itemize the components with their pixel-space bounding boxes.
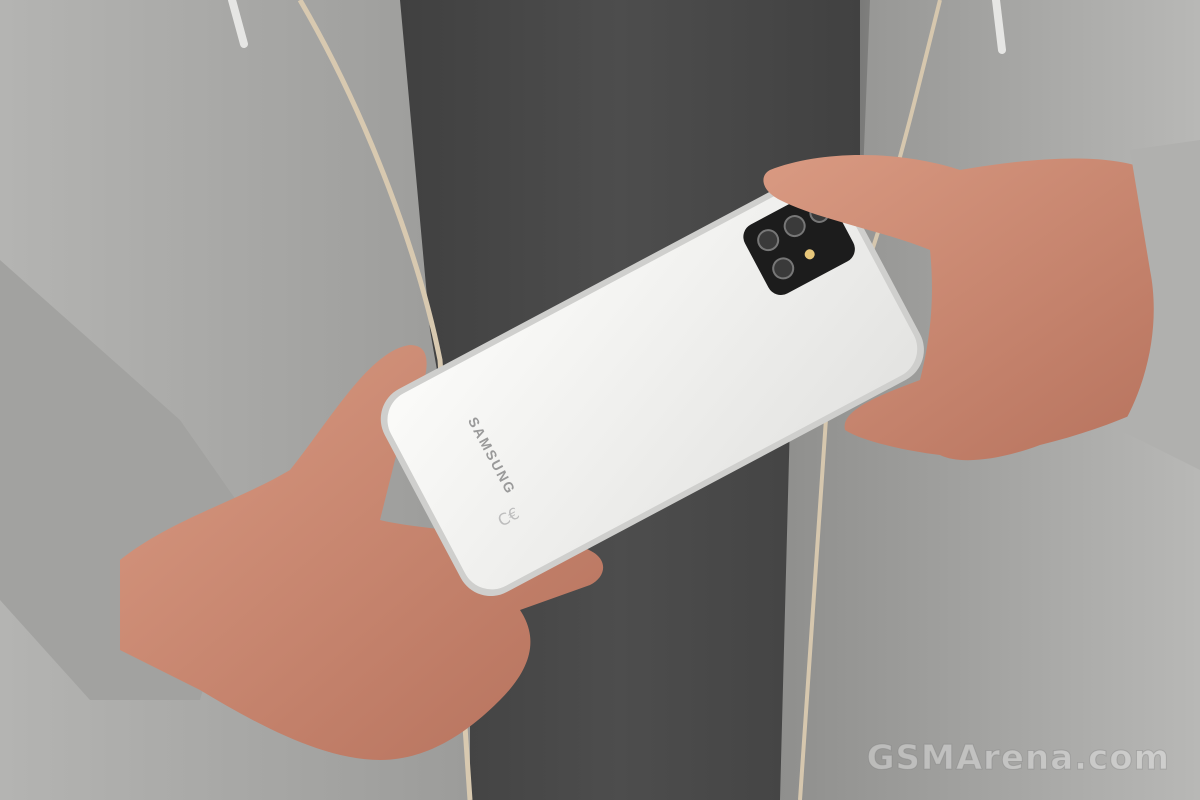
- watermark-text: GSMArena.com: [866, 738, 1170, 779]
- photo-illustration: SAMSUNG C€: [0, 0, 1200, 800]
- photo-scene: SAMSUNG C€ GSMArena.com: [0, 0, 1200, 800]
